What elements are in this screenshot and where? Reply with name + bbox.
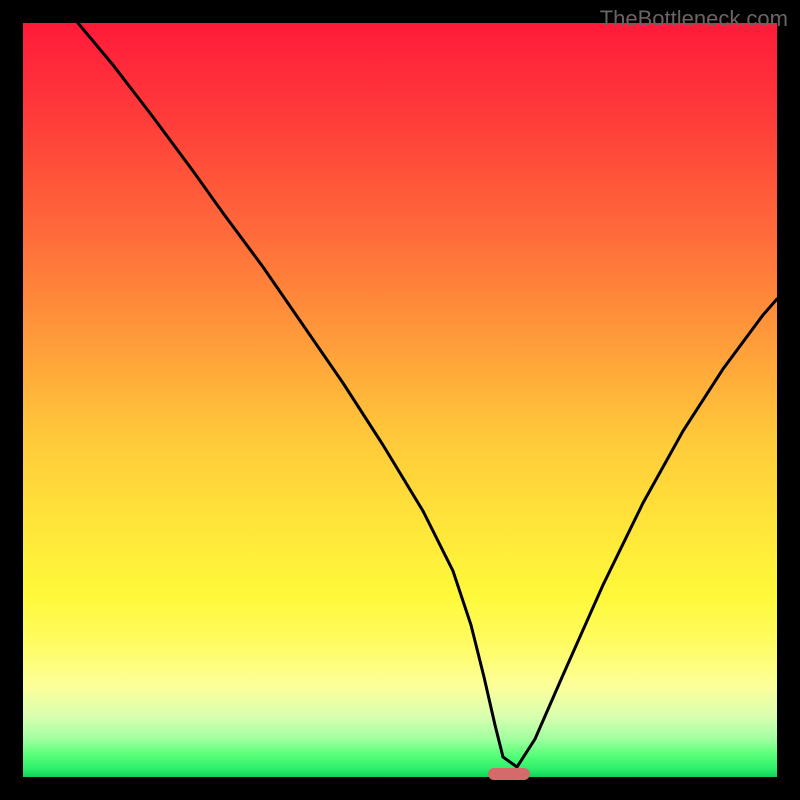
bottleneck-curve [78,23,777,767]
chart-container: TheBottleneck.com [0,0,800,800]
watermark-text: TheBottleneck.com [600,6,788,32]
optimal-point-marker [488,768,530,780]
plot-area [23,23,777,777]
curve-svg [23,23,777,777]
